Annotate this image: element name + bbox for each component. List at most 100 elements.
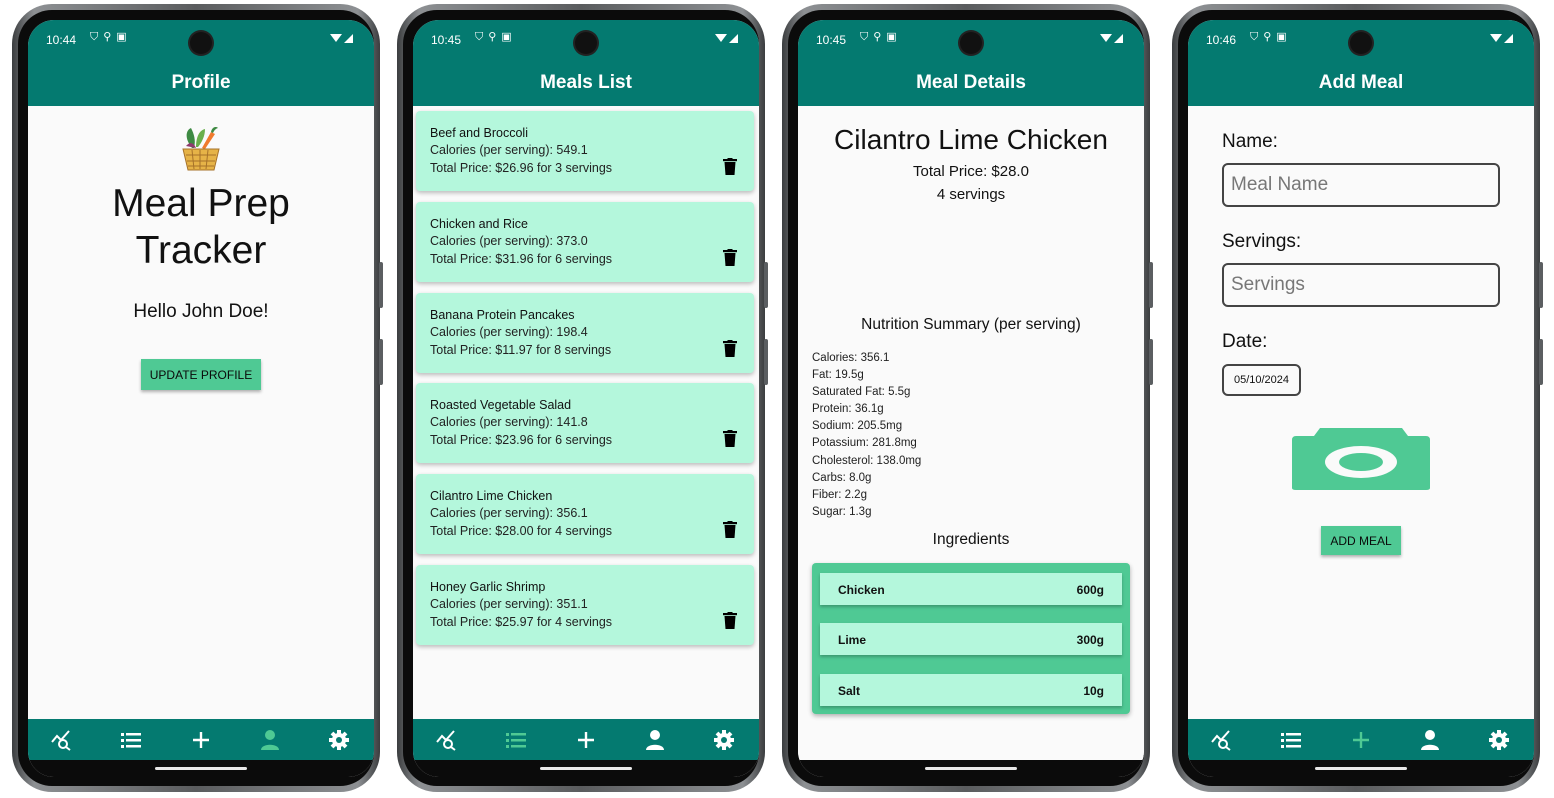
meal-card[interactable]: Roasted Vegetable Salad Calories (per se… bbox=[416, 383, 754, 463]
status-bar: 10:45 ⛉⚲▣ bbox=[798, 20, 1144, 60]
front-camera bbox=[575, 32, 597, 54]
meal-name: Honey Garlic Shrimp bbox=[430, 580, 546, 594]
nav-list[interactable] bbox=[1279, 729, 1303, 751]
app-bar: Meal Details bbox=[798, 60, 1144, 106]
plus-icon bbox=[193, 732, 209, 748]
search-chart-icon bbox=[1211, 730, 1231, 751]
phone-profile: 10:44 ⛉⚲▣ Profile Meal Prep Tracker Hell… bbox=[12, 4, 383, 792]
trash-icon[interactable] bbox=[723, 612, 737, 629]
nav-settings[interactable] bbox=[1487, 729, 1511, 751]
meal-card[interactable]: Chicken and Rice Calories (per serving):… bbox=[416, 202, 754, 282]
nav-profile[interactable] bbox=[258, 729, 282, 751]
nav-add[interactable] bbox=[1349, 729, 1373, 751]
meal-calories: Calories (per serving): 141.8 bbox=[430, 415, 588, 429]
trash-icon[interactable] bbox=[723, 249, 737, 266]
trash-icon[interactable] bbox=[723, 340, 737, 357]
plus-icon bbox=[578, 732, 594, 748]
nutrition-item: Sugar: 1.3g bbox=[812, 505, 872, 518]
power-button bbox=[1149, 262, 1153, 308]
date-picker-button[interactable]: 05/10/2024 bbox=[1222, 364, 1301, 396]
nav-profile[interactable] bbox=[643, 729, 667, 751]
add-meal-content: Name: Servings: Date: 05/10/2024 ADD MEA… bbox=[1188, 106, 1534, 719]
phone-meal-details: 10:45 ⛉⚲▣ Meal Details Cilantro Lime Chi… bbox=[782, 4, 1153, 792]
add-meal-button[interactable]: ADD MEAL bbox=[1321, 526, 1401, 555]
nutrition-item: Cholesterol: 138.0mg bbox=[812, 454, 922, 467]
nav-list[interactable] bbox=[504, 729, 528, 751]
meal-name: Beef and Broccoli bbox=[430, 126, 528, 140]
page-title: Add Meal bbox=[1318, 72, 1404, 93]
ingredient-name: Salt bbox=[838, 684, 861, 698]
meal-card[interactable]: Beef and Broccoli Calories (per serving)… bbox=[416, 111, 754, 191]
status-notification-icons: ⛉⚲▣ bbox=[1250, 30, 1292, 43]
update-profile-button[interactable]: UPDATE PROFILE bbox=[141, 359, 261, 390]
page-title: Meals List bbox=[540, 72, 632, 93]
ingredients-list: Chicken 600g Lime 300g Salt 10g bbox=[812, 563, 1130, 714]
nutrition-item: Fat: 19.5g bbox=[812, 369, 864, 382]
camera-icon[interactable] bbox=[1292, 426, 1430, 490]
meal-calories: Calories (per serving): 351.1 bbox=[430, 597, 588, 611]
ingredient-quantity: 10g bbox=[1083, 684, 1104, 698]
nutrition-item: Calories: 356.1 bbox=[812, 352, 890, 364]
ingredient-name: Lime bbox=[838, 633, 867, 647]
basket-logo-icon bbox=[182, 127, 220, 171]
nav-settings[interactable] bbox=[712, 729, 736, 751]
app-name: Meal Prep Tracker bbox=[28, 180, 374, 274]
page-title: Profile bbox=[171, 72, 231, 93]
servings-label: Servings: bbox=[1222, 231, 1302, 252]
bottom-nav bbox=[28, 719, 374, 760]
nav-settings[interactable] bbox=[327, 729, 351, 751]
ingredient-row[interactable]: Chicken 600g bbox=[820, 573, 1122, 605]
nav-search-chart[interactable] bbox=[50, 729, 74, 751]
nav-add[interactable] bbox=[189, 729, 213, 751]
app-name-line2: Tracker bbox=[135, 229, 267, 272]
gesture-handle[interactable] bbox=[155, 767, 247, 770]
servings-input[interactable] bbox=[1222, 263, 1500, 307]
trash-icon[interactable] bbox=[723, 158, 737, 175]
meal-price: Total Price: $23.96 for 6 servings bbox=[430, 433, 613, 447]
wifi-signal-icon bbox=[1100, 34, 1123, 43]
phone-bezel: 10:46 ⛉⚲▣ Add Meal Name: Servings: Date:… bbox=[1178, 10, 1534, 786]
nav-search-chart[interactable] bbox=[1210, 729, 1234, 751]
gesture-handle[interactable] bbox=[925, 767, 1017, 770]
screen-add-meal: 10:46 ⛉⚲▣ Add Meal Name: Servings: Date:… bbox=[1188, 20, 1534, 777]
greeting-text: Hello John Doe! bbox=[133, 301, 269, 322]
gesture-handle[interactable] bbox=[1315, 767, 1407, 770]
nav-add[interactable] bbox=[574, 729, 598, 751]
gesture-area bbox=[28, 760, 374, 777]
meal-price: Total Price: $11.97 for 8 servings bbox=[430, 343, 612, 357]
page-title: Meal Details bbox=[916, 72, 1026, 93]
meal-calories: Calories (per serving): 198.4 bbox=[430, 325, 588, 339]
meal-card[interactable]: Cilantro Lime Chicken Calories (per serv… bbox=[416, 474, 754, 554]
status-notification-icons: ⛉⚲▣ bbox=[475, 30, 517, 43]
meal-name: Cilantro Lime Chicken bbox=[430, 489, 553, 503]
gesture-handle[interactable] bbox=[540, 767, 632, 770]
trash-icon[interactable] bbox=[723, 430, 737, 447]
meal-price: Total Price: $26.96 for 3 servings bbox=[430, 161, 613, 175]
date-label: Date: bbox=[1222, 331, 1268, 352]
app-name-line1: Meal Prep bbox=[112, 182, 290, 225]
ingredient-row[interactable]: Salt 10g bbox=[820, 674, 1122, 706]
status-time: 10:46 bbox=[1206, 33, 1237, 47]
phone-meals-list: 10:45 ⛉⚲▣ Meals List Beef and Broccoli C… bbox=[397, 4, 768, 792]
gesture-area bbox=[1188, 760, 1534, 777]
nutrition-item: Carbs: 8.0g bbox=[812, 471, 872, 484]
app-bar: Add Meal bbox=[1188, 60, 1534, 106]
ingredient-row[interactable]: Lime 300g bbox=[820, 623, 1122, 655]
trash-icon[interactable] bbox=[723, 521, 737, 538]
nutrition-summary-title: Nutrition Summary (per serving) bbox=[861, 316, 1081, 333]
meal-calories: Calories (per serving): 356.1 bbox=[430, 506, 588, 520]
nav-search-chart[interactable] bbox=[435, 729, 459, 751]
meal-card[interactable]: Honey Garlic Shrimp Calories (per servin… bbox=[416, 565, 754, 645]
phone-bezel: 10:45 ⛉⚲▣ Meals List Beef and Broccoli C… bbox=[403, 10, 759, 786]
nav-list[interactable] bbox=[119, 729, 143, 751]
gesture-area bbox=[413, 760, 759, 777]
meal-name-input[interactable] bbox=[1222, 163, 1500, 207]
gesture-area bbox=[798, 760, 1144, 777]
phone-bezel: 10:45 ⛉⚲▣ Meal Details Cilantro Lime Chi… bbox=[788, 10, 1144, 786]
nav-profile[interactable] bbox=[1418, 729, 1442, 751]
power-button bbox=[764, 262, 768, 308]
profile-content: Meal Prep Tracker Hello John Doe! UPDATE… bbox=[28, 106, 374, 719]
bottom-nav bbox=[1188, 719, 1534, 760]
meal-card[interactable]: Banana Protein Pancakes Calories (per se… bbox=[416, 293, 754, 373]
meal-price: Total Price: $25.97 for 4 servings bbox=[430, 615, 613, 629]
